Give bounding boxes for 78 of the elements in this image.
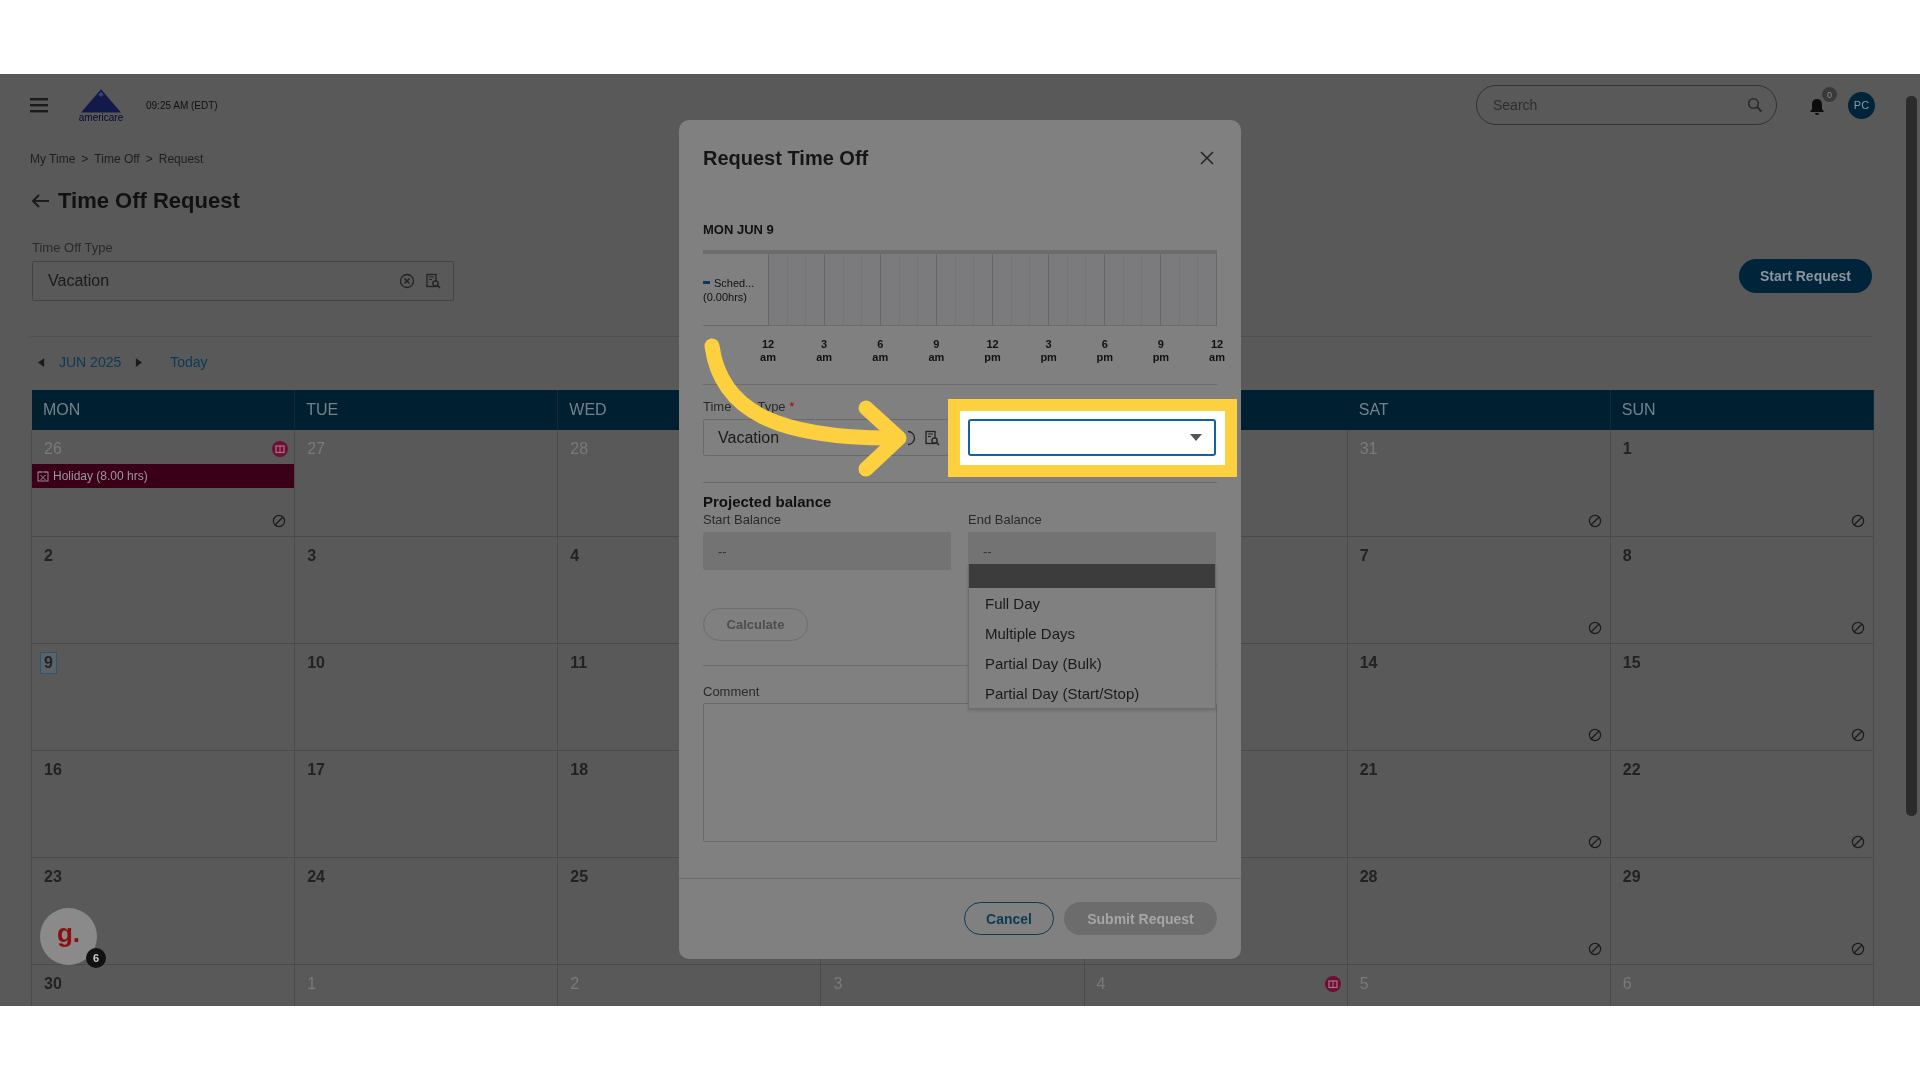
day-number: 18 <box>569 759 590 780</box>
clear-icon[interactable] <box>399 273 415 289</box>
day-number: 30 <box>43 973 63 994</box>
day-number: 29 <box>1621 866 1642 887</box>
weekday-label: SAT <box>1358 401 1389 419</box>
day-number: 15 <box>1621 652 1642 673</box>
day-number: 17 <box>306 759 326 780</box>
legend-hours: (0.00hrs) <box>703 290 749 303</box>
section-heading: Projected balance <box>703 493 833 510</box>
schedule-date: MON JUN 9 <box>703 222 775 237</box>
holiday-event[interactable]: Holiday (8.00 hrs) <box>32 464 295 488</box>
calendar-cell[interactable]: 9 <box>31 644 296 751</box>
day-number: 23 <box>43 866 63 887</box>
calendar-x-icon <box>37 470 49 482</box>
event-label: Holiday (8.00 hrs) <box>53 469 148 483</box>
month-link[interactable]: JUN 2025 <box>59 354 122 370</box>
breadcrumb-link[interactable]: Time Off <box>94 152 140 166</box>
lookup-icon[interactable] <box>924 429 940 446</box>
dropdown-option[interactable]: Multiple Days <box>969 618 1215 648</box>
breadcrumb-separator: > <box>145 152 153 166</box>
calendar-cell[interactable]: 22 <box>1609 751 1874 858</box>
hour-label: 12 am <box>759 338 777 364</box>
breadcrumb-link[interactable]: My Time <box>30 152 76 166</box>
dialog-title: Request Time Off <box>703 146 869 170</box>
calendar-cell[interactable]: 2 <box>31 537 296 644</box>
lookup-icon[interactable] <box>425 273 441 289</box>
page-title: Time Off Request <box>58 188 240 214</box>
hour-label: 3 am <box>815 338 834 364</box>
field-label: Start Balance <box>703 512 782 527</box>
next-month-icon[interactable] <box>135 357 143 367</box>
back-arrow-icon[interactable] <box>30 193 50 209</box>
request-type-select[interactable] <box>968 419 1216 456</box>
dropdown-option[interactable]: Partial Day (Start/Stop) <box>969 678 1215 708</box>
breadcrumb-separator: > <box>81 152 89 166</box>
today-link[interactable]: Today <box>170 354 208 370</box>
previous-month-icon[interactable] <box>38 357 45 367</box>
clear-icon[interactable] <box>908 429 916 446</box>
hour-label: 12 am <box>1208 338 1226 364</box>
day-number: 28 <box>1358 866 1379 887</box>
clock-time: 09:25 AM (EDT) <box>146 99 218 111</box>
hour-label: 6 am <box>871 338 890 364</box>
day-number: 9 <box>40 651 57 674</box>
weekday-label: WED <box>569 401 607 419</box>
logo-text: americare <box>78 113 124 123</box>
helper-count: 6 <box>86 948 106 968</box>
start-balance-field: -- <box>703 532 951 570</box>
menu-icon[interactable] <box>30 97 48 113</box>
start-request-button[interactable]: Start Request <box>1738 259 1872 293</box>
weekday-label: TUE <box>306 401 339 419</box>
caret-icon <box>1190 434 1202 441</box>
hour-label: 6 pm <box>1095 338 1114 364</box>
calendar-cell[interactable]: 29 <box>1609 858 1874 965</box>
hour-label: 9 pm <box>1151 338 1171 364</box>
dropdown-option[interactable]: Full Day <box>969 588 1215 618</box>
field-label: Time <box>703 399 732 414</box>
time-off-type-field[interactable]: Vacation <box>32 261 454 301</box>
weekday-label: MON <box>43 401 81 419</box>
hour-label: 9 am <box>927 338 946 364</box>
user-avatar[interactable]: PC <box>1848 91 1875 119</box>
legend-label: Sched... <box>714 276 755 289</box>
dropdown-option[interactable]: Partial Day (Bulk) <box>969 648 1215 678</box>
close-icon[interactable] <box>1199 150 1215 166</box>
field-label: Comment <box>703 684 760 699</box>
search-icon[interactable] <box>1747 97 1763 113</box>
weekday-label: SUN <box>1621 401 1656 419</box>
hour-label: 12 pm <box>983 338 1002 364</box>
day-number: 2 <box>43 545 54 566</box>
day-number: 11 <box>569 652 589 673</box>
field-label: End Balance <box>968 512 1042 527</box>
day-number: 3 <box>306 545 318 566</box>
day-number: 10 <box>306 652 326 673</box>
breadcrumb-link[interactable]: Request <box>158 152 204 166</box>
day-number: 22 <box>1621 759 1642 780</box>
bell-icon[interactable] <box>1807 97 1827 117</box>
hour-label: 3 pm <box>1039 338 1058 364</box>
notification-count: 0 <box>1822 87 1837 102</box>
calendar-cell[interactable]: 15 <box>1609 644 1874 751</box>
day-number: 21 <box>1358 759 1379 780</box>
